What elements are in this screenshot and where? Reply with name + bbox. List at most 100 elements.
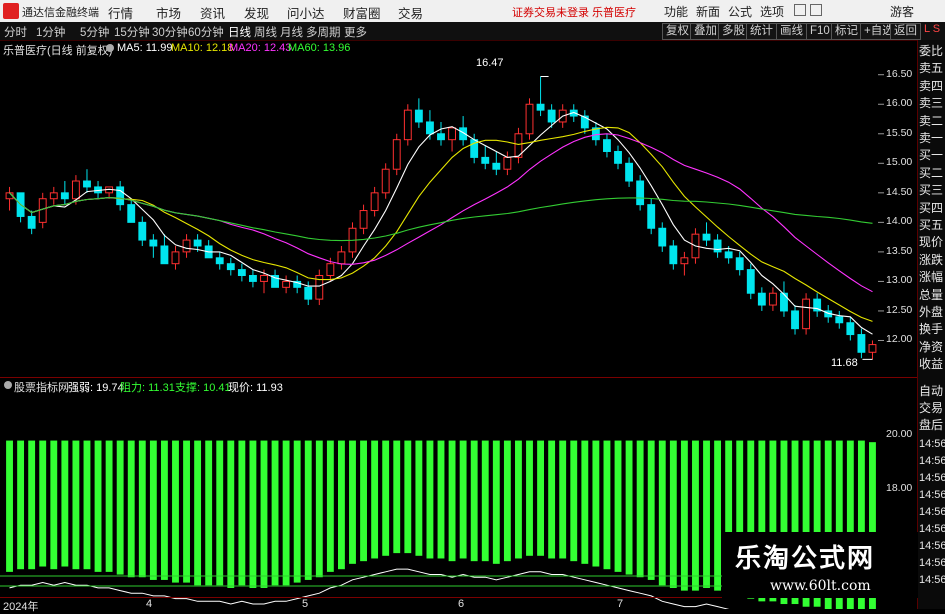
indicator-bar <box>39 440 47 567</box>
menu-market-quotes[interactable]: 行情 <box>108 3 133 22</box>
period-multi[interactable]: 多周期 <box>306 24 341 40</box>
period-5min[interactable]: 5分钟 <box>80 24 109 40</box>
price-axis-label: 16.50 <box>886 67 913 80</box>
candle-body <box>757 292 766 306</box>
maximize-icon[interactable] <box>810 4 822 16</box>
candle-body <box>403 109 412 141</box>
watermark-url: www.60lt.com <box>770 578 871 594</box>
candle-body <box>60 192 69 200</box>
period-1min[interactable]: 1分钟 <box>36 24 65 40</box>
price-axis-label: 13.50 <box>886 244 913 257</box>
candle-body <box>248 275 257 282</box>
menu-bar: 通达信金融终端 行情 市场 资讯 发现 问小达 财富圈 交易 证券交易未登录 乐… <box>0 0 945 23</box>
indicator-bar <box>492 440 500 564</box>
minimize-icon[interactable] <box>794 4 806 16</box>
tick-time: 14:56 <box>919 489 945 501</box>
indicator-bar <box>83 440 91 570</box>
period-more[interactable]: 更多 <box>344 24 367 40</box>
indicator-bar <box>603 440 611 570</box>
indicator-bar <box>94 440 102 572</box>
trade-tab-label[interactable]: 交易 <box>919 401 943 416</box>
tick-time: 14:56 <box>919 506 945 518</box>
multi-stock-button[interactable]: 多股 <box>718 23 749 40</box>
indicator-bar <box>437 440 445 559</box>
indicator-bar <box>349 440 356 564</box>
menu-wealth-circle[interactable]: 财富圈 <box>343 3 381 22</box>
candle-body <box>326 263 335 277</box>
candle-body <box>791 310 799 330</box>
menu-ask[interactable]: 问小达 <box>287 3 325 22</box>
menu-market[interactable]: 市场 <box>156 3 181 22</box>
period-15min[interactable]: 15分钟 <box>114 24 150 40</box>
candle-body <box>426 121 434 135</box>
candle-body <box>27 215 36 229</box>
ls-toggle[interactable]: L S <box>924 23 940 35</box>
indicator-bar <box>448 440 456 562</box>
price-axis-label: 14.00 <box>886 215 913 228</box>
adjust-button[interactable]: 复权 <box>662 23 693 40</box>
price-chart[interactable] <box>0 40 917 609</box>
period-monthly[interactable]: 月线 <box>280 24 303 40</box>
indicator-bar <box>537 440 544 556</box>
candle-body <box>647 204 656 229</box>
quote-field-label: 外盘 <box>919 305 944 319</box>
period-30min[interactable]: 30分钟 <box>152 24 188 40</box>
candle-body <box>138 221 147 241</box>
tick-time: 14:56 <box>919 455 945 467</box>
quote-field-label: 收益 <box>919 357 944 372</box>
app-logo-icon <box>3 3 19 19</box>
mark-button[interactable]: 标记 <box>831 23 862 40</box>
strength-label: 强弱: 19.74 <box>68 382 124 394</box>
period-daily[interactable]: 日线 <box>228 24 251 40</box>
menu-trade[interactable]: 交易 <box>398 3 423 22</box>
indicator-bar <box>326 440 334 572</box>
user-guest[interactable]: 游客 <box>890 3 914 20</box>
price-axis-label: 12.50 <box>886 303 913 316</box>
indicator-bar <box>17 440 25 570</box>
back-button[interactable]: 返回 <box>890 23 921 40</box>
indicator-axis-label: 20.00 <box>886 428 913 441</box>
tick-time: 14:56 <box>919 472 945 484</box>
period-timeshare[interactable]: 分时 <box>4 24 27 40</box>
indicator-bar <box>105 440 113 572</box>
f10-button[interactable]: F10 <box>806 23 834 40</box>
indicator-bar <box>127 440 135 578</box>
menu-options[interactable]: 选项 <box>760 3 784 20</box>
candle-body <box>768 292 777 306</box>
indicator-bar <box>658 440 666 586</box>
trade-tab-label[interactable]: 自动 <box>919 384 943 399</box>
trade-tab-label[interactable]: 盘后 <box>919 418 943 433</box>
indicator-bar <box>304 440 312 580</box>
quote-field-label: 买四 <box>919 200 944 215</box>
menu-function[interactable]: 功能 <box>664 3 688 20</box>
overlay-button[interactable]: 叠加 <box>690 23 721 40</box>
date-label-jul: 7 <box>617 598 624 610</box>
draw-line-button[interactable]: 画线 <box>776 23 807 40</box>
indicator-bar <box>172 440 179 583</box>
candle-body <box>392 139 401 170</box>
period-weekly[interactable]: 周线 <box>254 24 277 40</box>
menu-discover[interactable]: 发现 <box>244 3 269 22</box>
indicator-name: 股票指标网 <box>14 382 69 394</box>
indicator-settings-icon[interactable] <box>4 381 12 389</box>
period-60min[interactable]: 60分钟 <box>188 24 224 40</box>
indicator-bar <box>138 440 146 578</box>
menu-formula[interactable]: 公式 <box>728 3 752 20</box>
candle-body <box>680 257 689 265</box>
price-axis-label: 14.50 <box>886 185 913 198</box>
menu-new-page[interactable]: 新面 <box>696 3 720 20</box>
tick-time: 14:56 <box>919 523 945 535</box>
candle-body <box>116 186 125 206</box>
price-axis-label: 16.00 <box>886 97 913 110</box>
statistics-button[interactable]: 统计 <box>746 23 777 40</box>
trade-login-status[interactable]: 证券交易未登录 乐普医疗 <box>512 4 636 20</box>
indicator-bar <box>680 440 688 591</box>
indicator-bar <box>625 440 633 575</box>
indicator-bar <box>116 440 124 575</box>
indicator-bar <box>293 440 301 583</box>
indicator-bar <box>636 440 644 578</box>
indicator-bar <box>194 440 202 586</box>
candle-body <box>603 139 611 152</box>
candle-body <box>359 210 368 229</box>
menu-news[interactable]: 资讯 <box>200 3 225 22</box>
